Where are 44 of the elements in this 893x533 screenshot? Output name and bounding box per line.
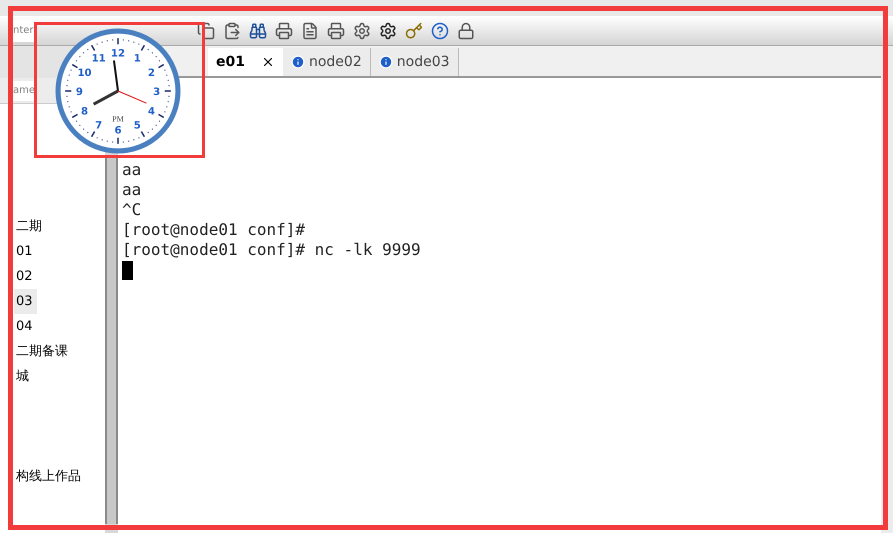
printer-icon[interactable]	[275, 22, 293, 40]
clock-numeral: 5	[134, 120, 141, 132]
cursor-icon	[122, 261, 133, 280]
clock-numeral: 2	[148, 68, 155, 79]
clock-numeral: 1	[134, 54, 141, 65]
session-item[interactable]: 03	[14, 289, 37, 314]
session-tab[interactable]: node02	[282, 48, 371, 76]
info-icon	[378, 55, 393, 69]
session-item[interactable]: 01	[14, 239, 37, 264]
session-item[interactable]: 二期备课	[14, 339, 72, 364]
printer-icon[interactable]	[327, 22, 345, 40]
terminal-line: aa	[122, 160, 142, 180]
key-icon[interactable]	[405, 22, 423, 40]
search-icon[interactable]	[249, 22, 267, 40]
clock-numeral: 4	[148, 106, 155, 118]
clock-numeral: 10	[78, 68, 92, 79]
lock-icon[interactable]	[457, 22, 475, 40]
session-item[interactable]: 04	[14, 314, 37, 339]
help-icon[interactable]	[431, 22, 449, 40]
session-tab[interactable]: node03	[370, 48, 459, 76]
clock-numeral: 3	[153, 87, 160, 98]
paste-icon[interactable]	[223, 22, 241, 40]
clock-numeral: 12	[110, 48, 126, 60]
terminal-line: aa	[122, 180, 142, 200]
clock-period: PM	[112, 114, 124, 124]
clock-numeral: 9	[76, 87, 83, 98]
settings-icon[interactable]	[353, 22, 371, 40]
clock-numeral: 8	[81, 106, 88, 118]
session-tab[interactable]: e01	[208, 48, 283, 76]
clock-numeral: 7	[95, 120, 102, 132]
session-item[interactable]: 02	[14, 264, 37, 289]
terminal-line: [root@node01 conf]#	[122, 220, 306, 240]
host-field[interactable]: nter	[13, 20, 34, 42]
copy-icon[interactable]	[197, 22, 215, 40]
session-item[interactable]: 构线上作品	[14, 464, 85, 489]
terminal-line: [root@node01 conf]# nc -lk 9999	[122, 240, 421, 260]
clock-numeral: 11	[92, 54, 106, 65]
gears-icon[interactable]	[379, 22, 397, 40]
terminal-line: ^C	[122, 200, 142, 220]
session-item[interactable]: 城	[14, 364, 33, 389]
document-icon[interactable]	[301, 22, 319, 40]
clock-numeral: 6	[114, 126, 122, 137]
session-item[interactable]: 二期	[14, 214, 46, 239]
info-icon	[290, 55, 305, 69]
